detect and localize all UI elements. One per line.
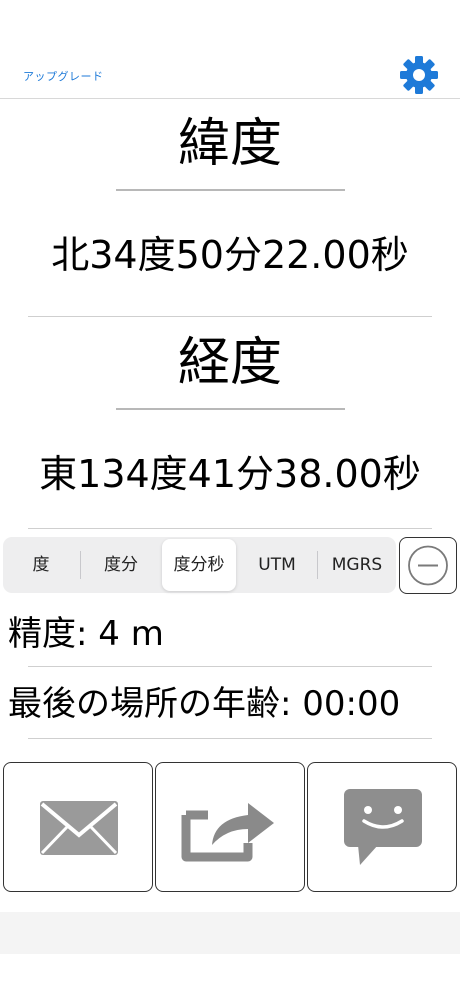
message-button[interactable] bbox=[307, 762, 457, 892]
longitude-underline bbox=[116, 408, 345, 410]
remove-button[interactable] bbox=[399, 537, 457, 594]
footer-bar bbox=[0, 912, 460, 954]
divider bbox=[28, 666, 432, 667]
divider bbox=[28, 738, 432, 739]
divider bbox=[28, 528, 432, 529]
upgrade-link[interactable]: アップグレード bbox=[23, 68, 104, 84]
divider bbox=[28, 316, 432, 317]
minus-circle-icon bbox=[408, 545, 448, 586]
longitude-value: 東134度41分38.00秒 bbox=[39, 452, 421, 496]
latitude-value: 北34度50分22.00秒 bbox=[51, 233, 409, 277]
accuracy-text: 精度: 4 m bbox=[8, 614, 164, 654]
segment-degrees-minutes[interactable]: 度分 bbox=[81, 537, 161, 593]
email-button[interactable] bbox=[3, 762, 153, 892]
share-button[interactable] bbox=[155, 762, 305, 892]
segment-utm[interactable]: UTM bbox=[237, 537, 317, 593]
segment-mgrs[interactable]: MGRS bbox=[318, 537, 396, 593]
share-icon bbox=[181, 803, 274, 862]
last-location-age-text: 最後の場所の年齢: 00:00 bbox=[8, 684, 401, 724]
gear-icon bbox=[400, 56, 438, 94]
top-bar: アップグレード bbox=[0, 0, 460, 99]
latitude-label: 緯度 bbox=[177, 114, 282, 174]
message-icon bbox=[344, 789, 422, 865]
longitude-label: 経度 bbox=[177, 333, 282, 393]
format-segmented-control: 度 度分 度分秒 UTM MGRS bbox=[3, 537, 396, 593]
segment-degrees-minutes-seconds[interactable]: 度分秒 bbox=[162, 539, 236, 591]
segment-degrees[interactable]: 度 bbox=[3, 537, 79, 593]
mail-icon bbox=[40, 801, 118, 855]
latitude-underline bbox=[116, 189, 345, 191]
settings-button[interactable] bbox=[399, 55, 439, 95]
